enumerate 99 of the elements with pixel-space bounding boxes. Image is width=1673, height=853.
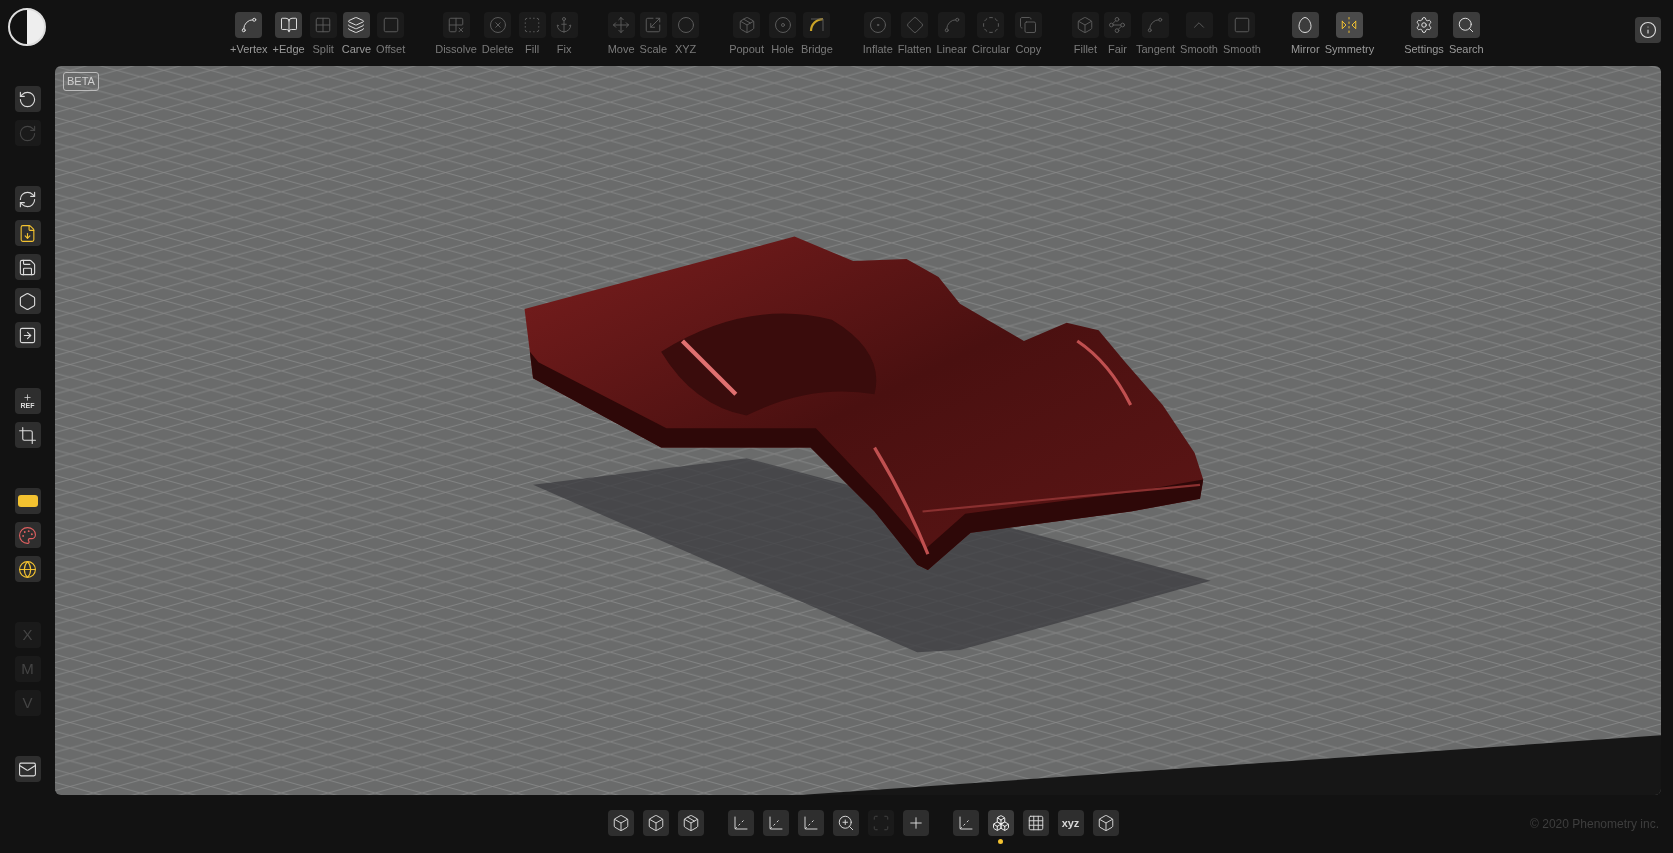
layers-icon xyxy=(347,16,366,34)
dissolve-grid-icon xyxy=(447,16,465,34)
sidebar-button[interactable] xyxy=(14,86,41,112)
info-icon xyxy=(1639,21,1657,39)
search-icon xyxy=(1457,16,1476,34)
toolbar-button[interactable]: Move xyxy=(605,12,637,58)
move-icon xyxy=(612,16,631,34)
toolbar-button[interactable]: Hole xyxy=(767,12,798,58)
sidebar-button[interactable] xyxy=(14,322,41,348)
view-button[interactable]: xyz xyxy=(1057,810,1084,836)
toolbar-button[interactable]: Split xyxy=(307,12,339,58)
plus-icon xyxy=(23,393,32,402)
toolbar-button[interactable]: +Edge xyxy=(270,12,307,58)
redo-icon xyxy=(18,123,37,143)
toolbar-button[interactable]: Linear xyxy=(934,12,969,58)
split-grid-icon xyxy=(314,16,333,34)
view-button[interactable] xyxy=(677,810,704,836)
curve-icon xyxy=(1146,16,1165,34)
settings-icon xyxy=(1415,16,1433,34)
toolbar-button[interactable]: Bridge xyxy=(799,12,835,58)
logo-icon[interactable] xyxy=(8,8,46,46)
circle-icon xyxy=(676,16,695,34)
toolbar-button[interactable]: Flatten xyxy=(895,12,934,58)
toolbar-button[interactable]: Fillet xyxy=(1069,12,1101,58)
cube-icon xyxy=(1096,814,1115,832)
dashed-circle-icon xyxy=(981,16,1000,34)
info-button[interactable] xyxy=(1635,17,1661,43)
hexagon-icon xyxy=(18,291,37,311)
toolbar-button[interactable]: Offset xyxy=(374,12,408,58)
beta-badge: BETA xyxy=(63,72,99,91)
square-icon xyxy=(381,16,400,34)
export-icon xyxy=(18,325,37,345)
frame-icon xyxy=(871,814,890,832)
toolbar-button[interactable]: Settings xyxy=(1402,12,1446,58)
copy-icon xyxy=(1019,16,1038,34)
toolbar-button[interactable]: +Vertex xyxy=(228,12,270,58)
toolbar-button[interactable]: Mirror xyxy=(1288,12,1322,58)
download-icon xyxy=(18,223,37,243)
axes-icon xyxy=(766,814,785,832)
toolbar-button[interactable]: XYZ xyxy=(670,12,702,58)
cube-icon xyxy=(646,814,665,832)
sidebar-button[interactable] xyxy=(14,422,41,448)
sidebar-button[interactable] xyxy=(14,254,41,280)
toolbar-button[interactable]: Smooth xyxy=(1178,12,1220,58)
arc-icon xyxy=(807,16,826,34)
toolbar-button[interactable]: Carve xyxy=(339,12,374,58)
axes-icon xyxy=(956,814,975,832)
nodes-icon xyxy=(1108,16,1127,34)
viewport-canvas[interactable]: BETA xyxy=(55,66,1661,795)
cubes-icon xyxy=(991,814,1010,832)
crop-icon xyxy=(18,425,37,445)
package-icon xyxy=(737,16,756,34)
wireframe-cube-icon xyxy=(611,814,630,832)
palette-icon xyxy=(18,525,37,545)
sidebar-button[interactable] xyxy=(14,488,41,514)
toolbar-button[interactable]: Delete xyxy=(479,12,516,58)
diamond-icon xyxy=(905,16,924,34)
sidebar-button[interactable] xyxy=(14,220,41,246)
square-icon xyxy=(1232,16,1251,34)
symmetry-icon xyxy=(1340,16,1359,34)
delete-icon xyxy=(488,16,507,34)
disc-icon xyxy=(773,16,792,34)
toolbar-button[interactable]: Fill xyxy=(516,12,548,58)
toolbar-button[interactable]: Copy xyxy=(1012,12,1044,58)
refresh-icon xyxy=(18,189,37,209)
grid-icon xyxy=(1026,814,1045,832)
toolbar-button[interactable]: Symmetry xyxy=(1322,12,1377,58)
scale-icon xyxy=(644,16,663,34)
toolbar-button[interactable]: Scale xyxy=(637,12,670,58)
view-button[interactable] xyxy=(987,810,1014,836)
dashed-square-icon xyxy=(523,16,542,34)
globe-icon xyxy=(18,559,37,579)
toolbar-button[interactable]: Smooth xyxy=(1221,12,1263,58)
axes-icon xyxy=(731,814,750,832)
curve-icon xyxy=(239,16,258,34)
toolbar-button[interactable]: Circular xyxy=(970,12,1012,58)
view-button[interactable] xyxy=(1092,810,1119,836)
sidebar-button[interactable] xyxy=(14,756,41,782)
save-icon xyxy=(18,257,37,277)
axes-icon xyxy=(801,814,820,832)
view-button[interactable] xyxy=(607,810,634,836)
toolbar-button[interactable]: Fair xyxy=(1101,12,1133,58)
sidebar-button[interactable] xyxy=(14,288,41,314)
toolbar-button[interactable]: Fix xyxy=(548,12,580,58)
anchor-icon xyxy=(555,16,574,34)
view-button[interactable] xyxy=(1022,810,1049,836)
toolbar-button[interactable]: Popout xyxy=(727,12,766,58)
sidebar-button[interactable] xyxy=(14,186,41,212)
undo-icon xyxy=(18,89,37,109)
toolbar-button[interactable]: Search xyxy=(1446,12,1486,58)
view-button[interactable] xyxy=(642,810,669,836)
toolbar-button[interactable]: Inflate xyxy=(860,12,895,58)
zoom-in-icon xyxy=(836,814,855,832)
sidebar-button[interactable] xyxy=(14,556,41,582)
cube-icon xyxy=(1076,16,1095,34)
toolbar-button[interactable]: Tangent xyxy=(1133,12,1178,58)
toolbar-button[interactable]: Dissolve xyxy=(433,12,479,58)
view-button[interactable] xyxy=(832,810,859,836)
curve-icon xyxy=(942,16,961,34)
